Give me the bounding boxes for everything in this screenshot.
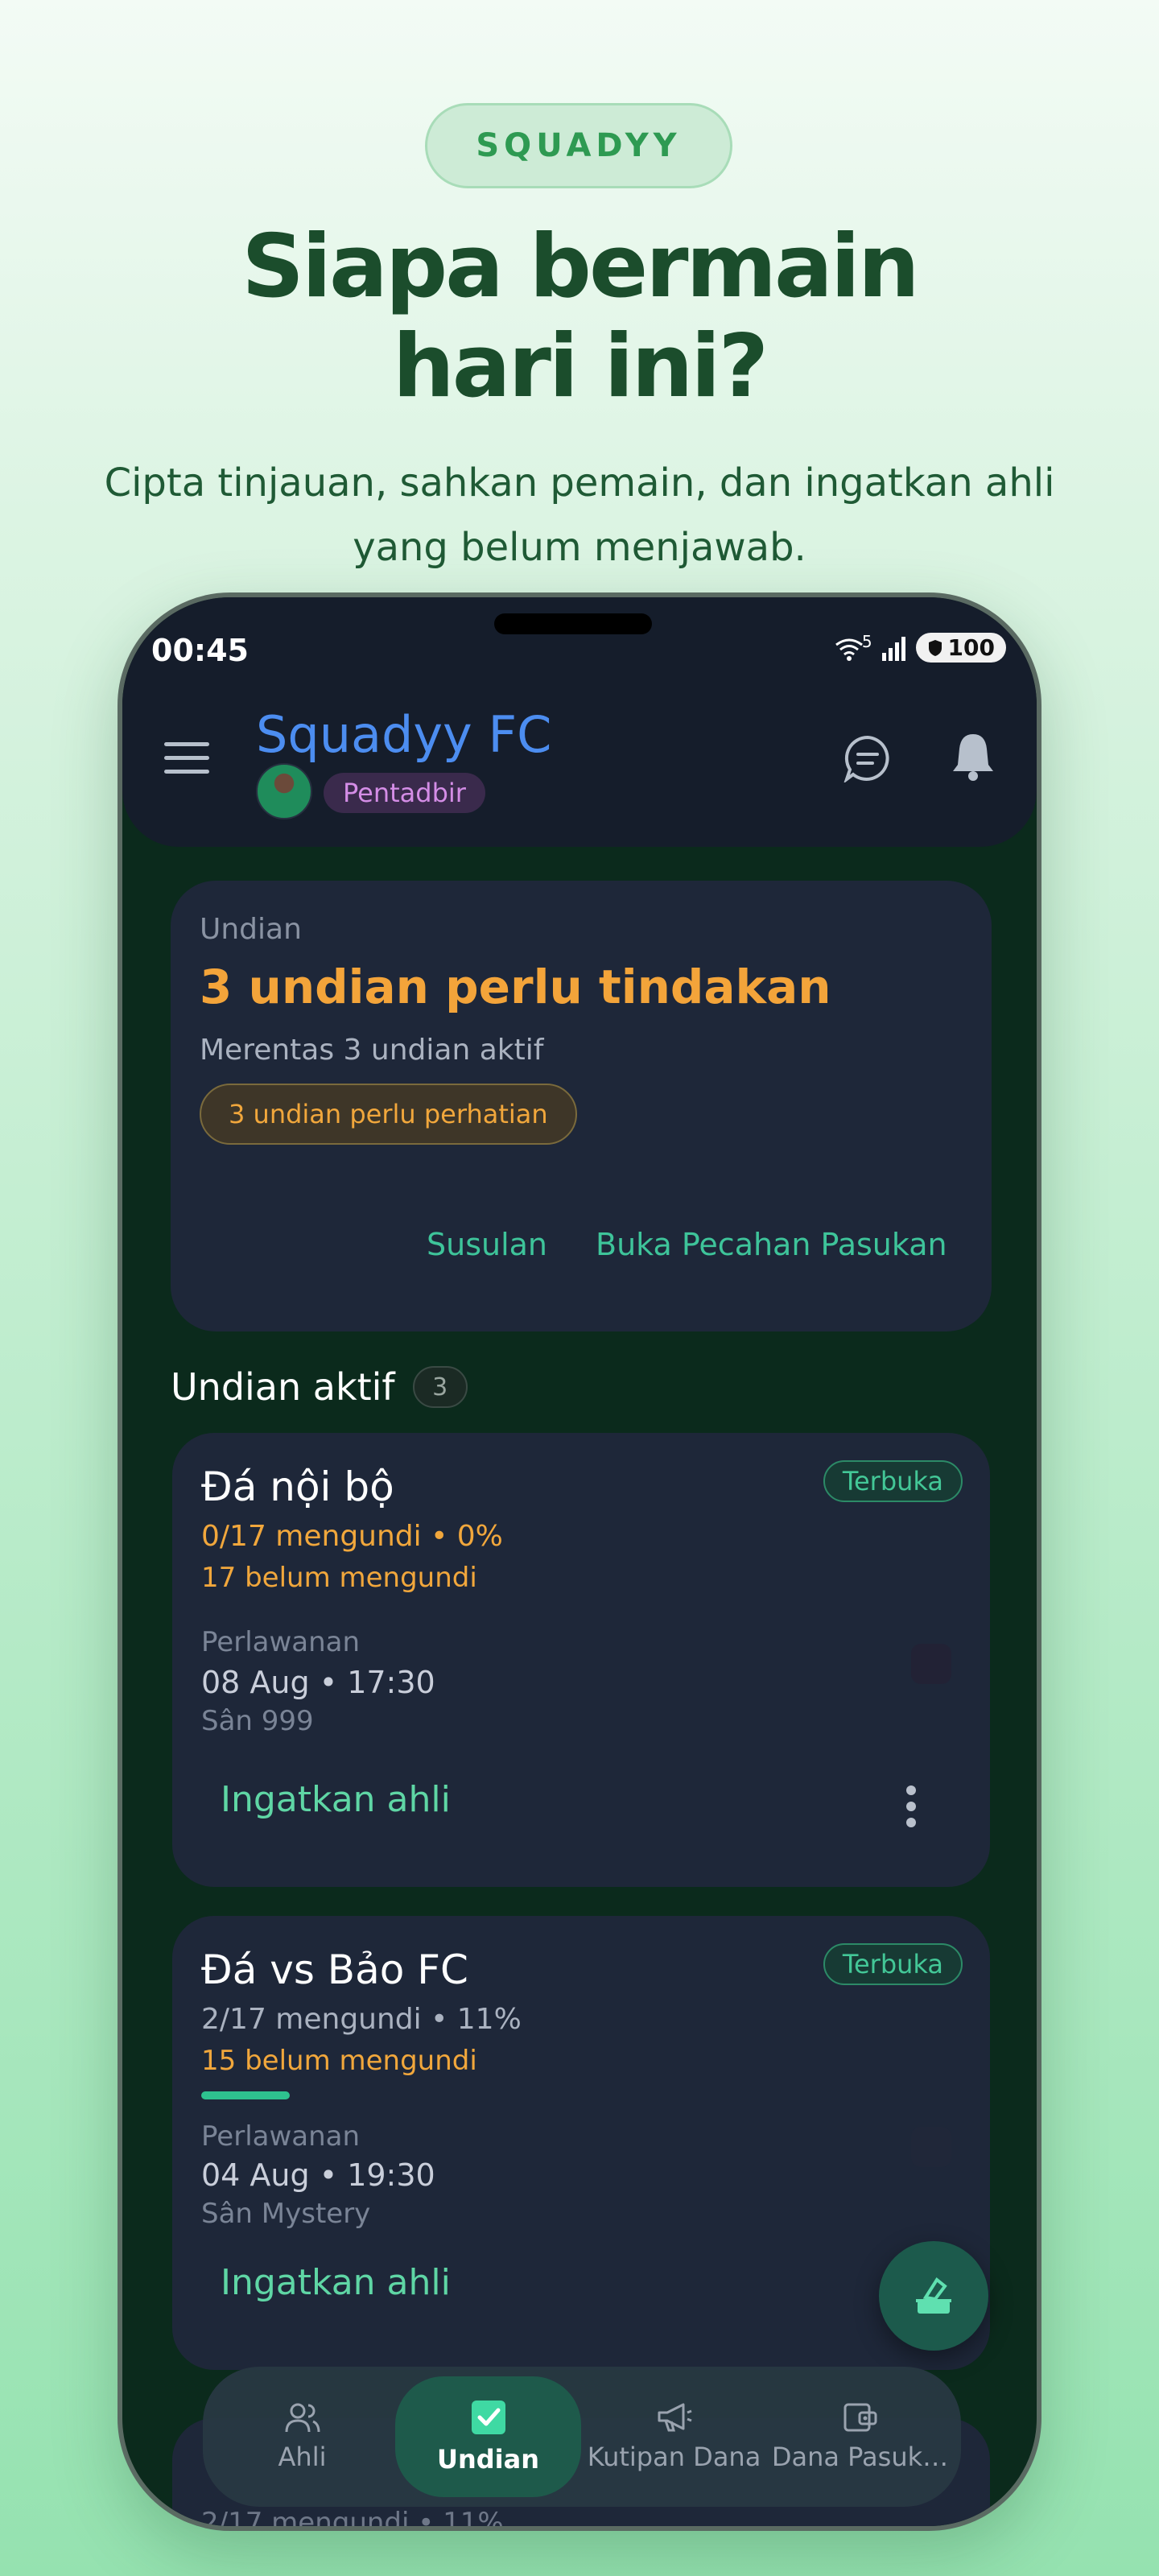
phone-frame: 00:45 5 100 Squadyy FC Pentadbir Undian … [118, 592, 1041, 2531]
poll-title: Đá vs Bảo FC [201, 1946, 468, 1993]
signal-icon [881, 636, 905, 661]
nav-item-fundraising[interactable]: Kutipan Dana [581, 2376, 767, 2497]
nav-label: Kutipan Dana [587, 2442, 761, 2472]
attention-chip[interactable]: 3 undian perlu perhatian [200, 1084, 577, 1145]
camera-notch [494, 613, 652, 634]
poll-summary-card: Undian 3 undian perlu tindakan Merentas … [171, 881, 992, 1331]
app-bar: 00:45 5 100 Squadyy FC Pentadbir [122, 597, 1037, 847]
poll-pending: 15 belum mengundi [201, 2045, 477, 2077]
network-label: 5 [861, 631, 872, 651]
chat-icon[interactable] [843, 734, 892, 782]
more-options-icon[interactable] [906, 1785, 918, 1834]
poll-check-icon [471, 2401, 505, 2434]
promo-subheadline: Cipta tinjauan, sahkan pemain, dan ingat… [104, 460, 1055, 570]
shield-icon [928, 639, 942, 656]
nav-item-team-funds[interactable]: Dana Pasuk… [767, 2376, 953, 2497]
summary-subtitle: Merentas 3 undian aktif [200, 1034, 544, 1067]
poll-type: Perlawanan [201, 2120, 361, 2153]
status-time: 00:45 [151, 633, 249, 668]
menu-button[interactable] [164, 742, 209, 778]
brand-badge: SQUADYY [425, 103, 732, 188]
nav-label: Undian [436, 2444, 539, 2475]
club-name[interactable]: Squadyy FC [256, 705, 551, 764]
create-poll-button[interactable] [879, 2241, 988, 2351]
response-progress-bar [201, 2091, 290, 2099]
poll-card[interactable]: Đá vs Bảo FC Terbuka 2/17 mengundi • 11%… [172, 1916, 990, 2370]
ballot-icon [916, 2277, 951, 2314]
remind-members-button[interactable]: Ingatkan ahli [221, 1779, 451, 1820]
status-badge: Terbuka [823, 1943, 963, 1985]
poll-datetime: 04 Aug • 19:30 [201, 2157, 435, 2193]
poll-responses: 2/17 mengundi • 11% [201, 2507, 504, 2531]
role-badge: Pentadbir [324, 773, 485, 813]
nav-item-polls[interactable]: Undian [395, 2376, 581, 2497]
promo-headline: Siapa bermain hari ini? [0, 217, 1159, 417]
section-title: Undian aktif [171, 1365, 395, 1409]
status-icons: 5 100 [833, 631, 1006, 663]
members-icon [285, 2403, 320, 2433]
follow-up-button[interactable]: Susulan [427, 1227, 547, 1262]
bottom-navigation: Ahli Undian Kutipan Dana Dana Pasuk… [203, 2367, 961, 2507]
poll-responses: 2/17 mengundi • 11% [201, 2003, 522, 2036]
nav-label: Dana Pasuk… [771, 2442, 949, 2472]
summary-title: 3 undian perlu tindakan [200, 960, 831, 1014]
active-polls-heading: Undian aktif 3 [171, 1365, 468, 1409]
summary-label: Undian [200, 913, 302, 946]
team-breakdown-button[interactable]: Buka Pecahan Pasukan [596, 1227, 947, 1262]
active-count-badge: 3 [412, 1366, 468, 1408]
battery-indicator: 100 [915, 633, 1006, 663]
wallet-icon [843, 2403, 876, 2432]
poll-datetime: 08 Aug • 17:30 [201, 1665, 435, 1700]
poll-responses: 0/17 mengundi • 0% [201, 1520, 503, 1553]
poll-venue: Sân 999 [201, 1705, 314, 1737]
poll-venue: Sân Mystery [201, 2198, 371, 2230]
status-badge: Terbuka [823, 1460, 963, 1502]
poll-card[interactable]: Đá nội bộ Terbuka 0/17 mengundi • 0% 17 … [172, 1433, 990, 1887]
nav-label: Ahli [278, 2442, 327, 2472]
nav-item-members[interactable]: Ahli [209, 2376, 395, 2497]
avatar[interactable] [256, 763, 312, 819]
headline-line-2: hari ini? [392, 316, 769, 417]
battery-level: 100 [947, 634, 995, 661]
remind-members-button[interactable]: Ingatkan ahli [221, 2262, 451, 2303]
poll-title: Đá nội bộ [201, 1463, 394, 1510]
match-icon [911, 2127, 951, 2167]
match-icon [911, 1644, 951, 1684]
headline-line-1: Siapa bermain [241, 217, 920, 317]
poll-type: Perlawanan [201, 1626, 361, 1658]
bell-icon[interactable] [950, 731, 996, 782]
wifi-icon [835, 638, 863, 661]
megaphone-icon [658, 2403, 692, 2432]
poll-pending: 17 belum mengundi [201, 1562, 477, 1594]
